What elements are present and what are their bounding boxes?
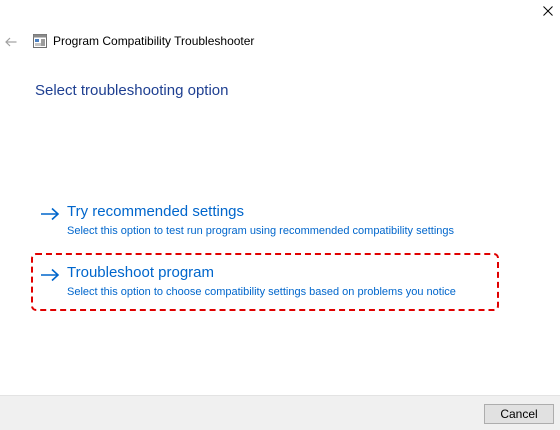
arrow-right-icon bbox=[41, 207, 60, 221]
option-description: Select this option to test run program u… bbox=[67, 225, 455, 237]
option-description: Select this option to choose compatibili… bbox=[67, 286, 456, 298]
troubleshooter-window: Program Compatibility Troubleshooter Sel… bbox=[0, 0, 560, 430]
close-icon bbox=[543, 6, 553, 16]
option-try-recommended-settings[interactable]: Try recommended settings Select this opt… bbox=[40, 203, 510, 239]
back-button[interactable] bbox=[3, 34, 19, 50]
back-arrow-icon bbox=[5, 37, 17, 47]
troubleshooter-app-icon bbox=[33, 34, 47, 48]
footer-bar: Cancel bbox=[0, 395, 560, 430]
close-button[interactable] bbox=[536, 0, 560, 22]
arrow-right-icon bbox=[41, 268, 60, 282]
option-title: Troubleshoot program bbox=[67, 264, 215, 281]
page-heading: Select troubleshooting option bbox=[35, 82, 229, 99]
cancel-button[interactable]: Cancel bbox=[484, 404, 554, 424]
option-troubleshoot-program[interactable]: Troubleshoot program Select this option … bbox=[40, 264, 510, 300]
option-title: Try recommended settings bbox=[67, 203, 245, 220]
window-title: Program Compatibility Troubleshooter bbox=[53, 34, 255, 48]
title-bar: Program Compatibility Troubleshooter bbox=[0, 32, 560, 52]
